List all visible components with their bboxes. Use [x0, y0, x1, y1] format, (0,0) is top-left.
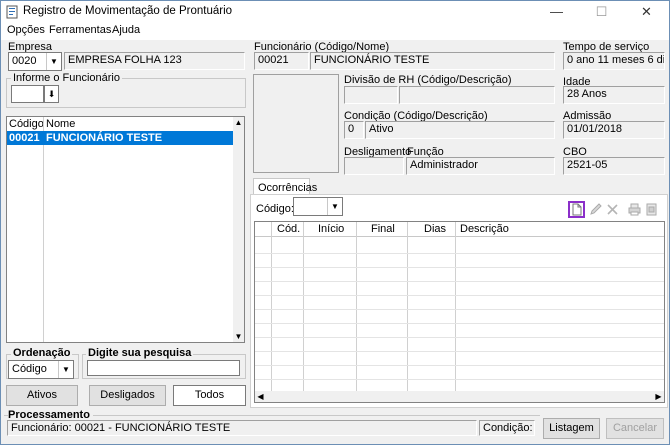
funcionarios-grid: Código Nome 00021 FUNCIONÁRIO TESTE ▲ ▼ — [6, 116, 245, 343]
listagem-button[interactable]: Listagem — [543, 418, 600, 439]
ativos-button[interactable]: Ativos — [6, 385, 78, 406]
menu-opcoes[interactable]: Opções — [7, 24, 45, 36]
empty-row-line — [255, 365, 664, 366]
scroll-left-icon[interactable]: ◀ — [255, 391, 266, 402]
condicao-desc-field: Ativo — [365, 121, 555, 139]
cancelar-button[interactable]: Cancelar — [606, 418, 664, 439]
print-preview-icon[interactable] — [644, 202, 660, 218]
desligados-label: Desligados — [100, 389, 155, 401]
download-arrow-icon[interactable]: ⬇ — [44, 85, 59, 103]
scroll-right-icon[interactable]: ▶ — [653, 391, 664, 402]
menu-ferramentas[interactable]: Ferramentas — [49, 24, 111, 36]
funcao-field: Administrador — [406, 157, 555, 175]
todos-button[interactable]: Todos — [173, 385, 246, 406]
todos-label: Todos — [194, 389, 225, 401]
funcionario-code-field: 00021 — [254, 52, 309, 70]
listagem-label: Listagem — [549, 422, 594, 434]
col-inicio[interactable]: Início — [318, 223, 344, 235]
chevron-down-icon[interactable]: ▼ — [327, 198, 342, 215]
empresa-code-value: 0020 — [12, 55, 37, 67]
empty-row-line — [255, 351, 664, 352]
empresa-code-combo[interactable]: 0020 ▼ — [8, 52, 62, 71]
window-title: Registro de Movimentação de Prontuário — [23, 5, 233, 17]
cbo-field: 2521-05 — [563, 157, 665, 175]
empty-row-line — [255, 337, 664, 338]
print-icon[interactable] — [627, 202, 643, 218]
divisao-rh-label: Divisão de RH (Código/Descrição) — [344, 74, 512, 86]
table-row[interactable]: 00021 FUNCIONÁRIO TESTE — [7, 131, 233, 145]
empresa-name-field: EMPRESA FOLHA 123 — [64, 52, 245, 70]
col-dias[interactable]: Dias — [424, 223, 446, 235]
empty-row-line — [255, 267, 664, 268]
ocorrencias-codigo-label: Código: — [256, 203, 294, 215]
funcionario-name-field: FUNCIONÁRIO TESTE — [310, 52, 555, 70]
divisao-rh-desc-field — [399, 86, 555, 104]
status-condicao: Condição: 0 — [479, 420, 535, 436]
ocorrencias-grid: Cód. Início Final Dias Descrição ◀ ▶ — [254, 221, 665, 403]
close-button[interactable]: ✕ — [624, 1, 669, 22]
informe-label: Informe o Funcionário — [11, 72, 122, 84]
menu-ajuda[interactable]: Ajuda — [112, 24, 140, 36]
chevron-down-icon[interactable]: ▼ — [46, 53, 61, 70]
app-icon — [6, 5, 18, 19]
admissao-field: 01/01/2018 — [563, 121, 665, 139]
condicao-code-field: 0 — [344, 121, 364, 139]
ordenacao-select[interactable]: Código ▼ — [8, 360, 74, 379]
title-bar: Registro de Movimentação de Prontuário —… — [1, 1, 669, 23]
col-codigo[interactable]: Código — [9, 118, 44, 130]
tab-ocorrencias[interactable]: Ocorrências — [253, 178, 317, 195]
horizontal-scrollbar[interactable]: ◀ ▶ — [255, 391, 664, 402]
ocorrencias-grid-header: Cód. Início Final Dias Descrição — [255, 222, 664, 237]
col-cod[interactable]: Cód. — [277, 223, 300, 235]
row-nome: FUNCIONÁRIO TESTE — [46, 132, 163, 144]
row-codigo: 00021 — [9, 132, 40, 144]
minimize-button[interactable]: — — [534, 1, 579, 22]
ordenacao-value: Código — [12, 363, 47, 375]
desligados-button[interactable]: Desligados — [89, 385, 166, 406]
vertical-scrollbar[interactable]: ▲ ▼ — [233, 117, 244, 342]
col-nome[interactable]: Nome — [46, 118, 75, 130]
maximize-button[interactable]: ☐ — [579, 1, 624, 22]
empty-row-line — [255, 309, 664, 310]
chevron-down-icon[interactable]: ▼ — [58, 361, 73, 378]
col-descricao[interactable]: Descrição — [460, 223, 509, 235]
empty-row-line — [255, 295, 664, 296]
empty-row-line — [255, 323, 664, 324]
edit-pencil-icon[interactable] — [588, 202, 604, 218]
delete-x-icon[interactable] — [605, 202, 621, 218]
tab-ocorrencias-label: Ocorrências — [258, 182, 318, 194]
scroll-down-icon[interactable]: ▼ — [233, 331, 244, 342]
empty-row-line — [255, 379, 664, 380]
col-final[interactable]: Final — [371, 223, 395, 235]
main-window: Registro de Movimentação de Prontuário —… — [0, 0, 670, 445]
ocorrencias-codigo-combo[interactable]: ▼ — [293, 197, 343, 216]
employee-photo — [253, 74, 339, 173]
menu-bar: Opções Ferramentas Ajuda — [1, 23, 669, 40]
funcionario-input[interactable] — [11, 85, 44, 103]
scroll-up-icon[interactable]: ▲ — [233, 117, 244, 128]
grid-header: Código Nome — [7, 117, 233, 132]
idade-field: 28 Anos — [563, 86, 665, 104]
ativos-label: Ativos — [27, 389, 57, 401]
cancelar-label: Cancelar — [612, 422, 658, 434]
status-funcionario: Funcionário: 00021 - FUNCIONÁRIO TESTE — [7, 420, 477, 436]
desligamento-field — [344, 157, 404, 175]
new-document-icon[interactable] — [568, 201, 585, 218]
pesquisa-input[interactable] — [87, 360, 240, 376]
pesquisa-label: Digite sua pesquisa — [86, 347, 194, 359]
divisao-rh-code-field — [344, 86, 398, 104]
empty-row-line — [255, 281, 664, 282]
empty-row-line — [255, 253, 664, 254]
tempo-servico-field: 0 ano 11 meses 6 dias — [563, 52, 665, 70]
ordenacao-label: Ordenação — [11, 347, 73, 359]
